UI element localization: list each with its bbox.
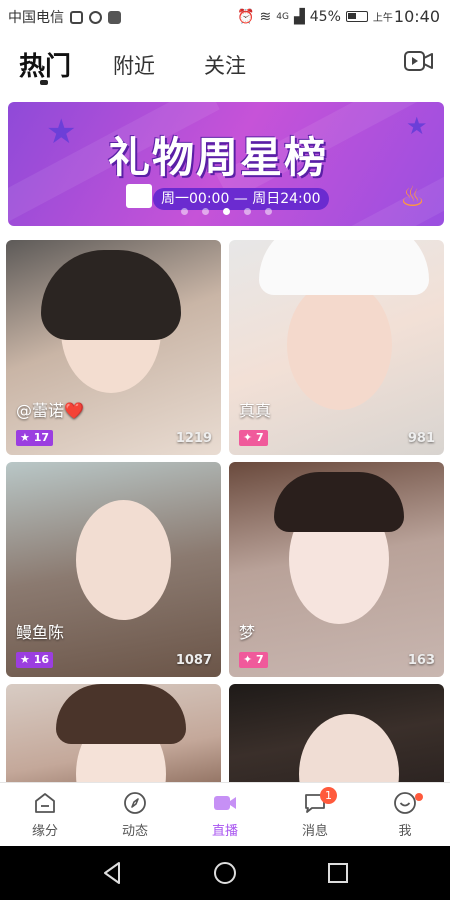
stream-thumbnail (229, 462, 444, 677)
pager-dot (264, 208, 272, 215)
stream-thumbnail (6, 240, 221, 455)
wifi-icon: ≋ (259, 8, 272, 25)
recents-icon[interactable] (325, 860, 351, 886)
nav-label: 消息 (301, 824, 328, 839)
banner-subtitle: 周一00:00 — 周日24:00 (153, 188, 329, 210)
live-card[interactable]: 鳗鱼陈 ★ 16 1087 (6, 462, 221, 677)
viewer-count: 1219 (175, 431, 212, 446)
live-card[interactable]: @蕾诺❤️ ★ 17 1219 (6, 240, 221, 455)
active-tab-indicator (40, 80, 48, 85)
nav-label: 直播 (211, 824, 238, 839)
pager-dot-active (222, 208, 230, 215)
network-type: 4G (276, 11, 289, 22)
carrier-label: 中国电信 (8, 10, 64, 26)
viewer-count: 163 (407, 653, 435, 668)
nav-item-moments[interactable]: 动态 (100, 791, 170, 839)
streamer-name: 梦 (239, 623, 256, 642)
streamer-name: 鳗鱼陈 (16, 623, 65, 642)
live-card[interactable]: 真真 ✦ 7 981 (229, 240, 444, 455)
signal-icon: ▟ (293, 8, 305, 25)
status-bar: 中国电信 ⏰ ≋ 4G ▟ 45% 上午 10:40 (0, 0, 450, 32)
app-notification-icon (89, 10, 102, 24)
pager-dot (180, 208, 188, 215)
streamer-name: 真真 (239, 401, 272, 420)
ampm-label: 上午 (372, 13, 393, 24)
notification-dot (415, 793, 423, 801)
stream-thumbnail (229, 240, 444, 455)
status-right: ⏰ ≋ 4G ▟ 45% 上午 10:40 (237, 7, 440, 26)
pager-dot (201, 208, 209, 215)
gift-icon (126, 184, 152, 208)
unread-badge: 1 (320, 787, 337, 804)
banner-title: 礼物周星榜 (108, 133, 329, 182)
app-notification-icon-2 (108, 10, 121, 24)
level-badge: ★ 17 (16, 430, 54, 446)
live-card[interactable]: 梦 ✦ 7 163 (229, 462, 444, 677)
sim-icon (70, 10, 83, 24)
nav-label: 我 (398, 824, 412, 839)
home-circle-icon[interactable] (212, 860, 238, 886)
bottom-nav: 缘分 动态 直播 1 消息 我 (0, 782, 450, 846)
alarm-icon: ⏰ (237, 8, 255, 25)
tab-hot[interactable]: 热门 (19, 46, 71, 83)
nav-item-live[interactable]: 直播 (190, 791, 260, 839)
viewer-count: 981 (407, 431, 435, 446)
stream-thumbnail (6, 462, 221, 677)
clock: 10:40 (393, 7, 440, 26)
level-badge: ✦ 7 (239, 430, 268, 446)
smile-icon (394, 792, 416, 814)
promo-banner[interactable]: ★ ★ ♨ 礼物周星榜 周一00:00 — 周日24:00 (8, 102, 444, 226)
stream-thumbnail (6, 684, 221, 794)
level-badge: ✦ 7 (239, 652, 268, 668)
nav-label: 动态 (121, 824, 148, 839)
viewer-count: 1087 (175, 653, 212, 668)
stream-thumbnail (229, 684, 444, 794)
battery-percent: 45% (309, 8, 341, 25)
star-decoration-icon: ★ (406, 112, 428, 140)
nav-label: 缘分 (31, 824, 58, 839)
home-icon (35, 793, 55, 813)
status-left: 中国电信 (8, 7, 121, 27)
star-decoration-icon: ★ (46, 112, 77, 152)
video-camera-icon (404, 51, 433, 71)
nav-item-messages[interactable]: 1 消息 (280, 787, 350, 839)
battery-icon (345, 11, 368, 22)
nav-item-me[interactable]: 我 (370, 791, 440, 839)
live-card[interactable] (6, 684, 221, 794)
compass-icon (124, 792, 146, 814)
tab-nearby[interactable]: 附近 (113, 50, 155, 80)
back-icon[interactable] (100, 860, 126, 886)
top-tabs: 热门 附近 关注 (0, 40, 450, 95)
level-badge: ★ 16 (16, 652, 54, 668)
banner-pager (8, 208, 444, 215)
streamer-name: @蕾诺❤️ (16, 401, 84, 420)
live-video-icon (214, 796, 236, 810)
tab-following[interactable]: 关注 (204, 50, 246, 80)
pager-dot (243, 208, 251, 215)
system-nav-bar (0, 846, 450, 900)
live-card[interactable] (229, 684, 444, 794)
nav-item-fate[interactable]: 缘分 (10, 791, 80, 839)
start-live-button[interactable] (404, 50, 434, 72)
